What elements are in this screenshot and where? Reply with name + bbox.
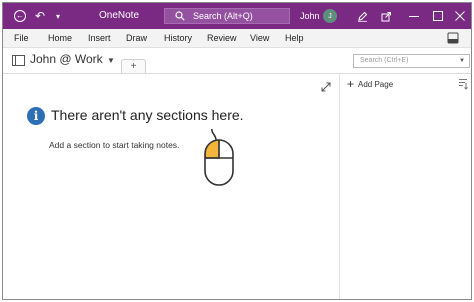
undo-icon[interactable]: ↶ [33, 3, 47, 29]
onenote-window: ← ↶ ▾ OneNote Search (Alt+Q) John J File… [2, 2, 472, 300]
notebook-name[interactable]: John @ Work [30, 52, 103, 66]
pane-divider[interactable] [339, 73, 340, 299]
chevron-down-icon[interactable]: ▼ [459, 55, 465, 67]
page-search-placeholder: Search (Ctrl+E) [360, 57, 409, 64]
sort-icon[interactable] [458, 78, 468, 90]
menu-review[interactable]: Review [207, 29, 237, 48]
title-bar: ← ↶ ▾ OneNote Search (Alt+Q) John J [3, 3, 471, 29]
search-label: Search (Alt+Q) [193, 11, 253, 21]
menu-history[interactable]: History [164, 29, 192, 48]
minimize-icon[interactable] [403, 3, 425, 29]
menu-bar: File Home Insert Draw History Review Vie… [3, 29, 471, 48]
ribbon-toggle-icon[interactable] [447, 32, 459, 44]
divider [3, 73, 471, 74]
page-search-input[interactable]: Search (Ctrl+E) ▼ [353, 54, 470, 68]
menu-insert[interactable]: Insert [88, 29, 111, 48]
menu-help[interactable]: Help [285, 29, 304, 48]
pen-icon[interactable] [351, 3, 373, 29]
menu-view[interactable]: View [250, 29, 269, 48]
mouse-icon [204, 129, 234, 186]
menu-draw[interactable]: Draw [126, 29, 147, 48]
user-name[interactable]: John [300, 3, 320, 29]
add-page-button[interactable]: + Add Page [347, 78, 393, 90]
menu-home[interactable]: Home [48, 29, 72, 48]
empty-subtitle: Add a section to start taking notes. [49, 140, 180, 150]
menu-file[interactable]: File [14, 29, 29, 48]
avatar[interactable]: J [323, 9, 337, 23]
close-icon[interactable] [449, 3, 471, 29]
empty-title: There aren't any sections here. [51, 107, 244, 123]
customize-qat-icon[interactable]: ▾ [53, 3, 63, 29]
add-section-tab[interactable]: + [121, 59, 146, 73]
notebook-icon[interactable] [12, 55, 25, 66]
expand-icon[interactable] [321, 82, 331, 92]
app-title: OneNote [99, 10, 140, 21]
plus-icon: + [347, 77, 355, 91]
add-page-label: Add Page [358, 79, 394, 89]
info-icon: i [27, 107, 45, 125]
back-icon[interactable]: ← [12, 3, 28, 29]
notebook-bar: John @ Work ▼ + Search (Ctrl+E) ▼ [3, 49, 471, 73]
chevron-down-icon[interactable]: ▼ [107, 56, 115, 65]
search-icon [175, 11, 185, 21]
maximize-icon[interactable] [427, 3, 449, 29]
share-icon[interactable] [375, 3, 397, 29]
search-box[interactable]: Search (Alt+Q) [164, 8, 290, 24]
